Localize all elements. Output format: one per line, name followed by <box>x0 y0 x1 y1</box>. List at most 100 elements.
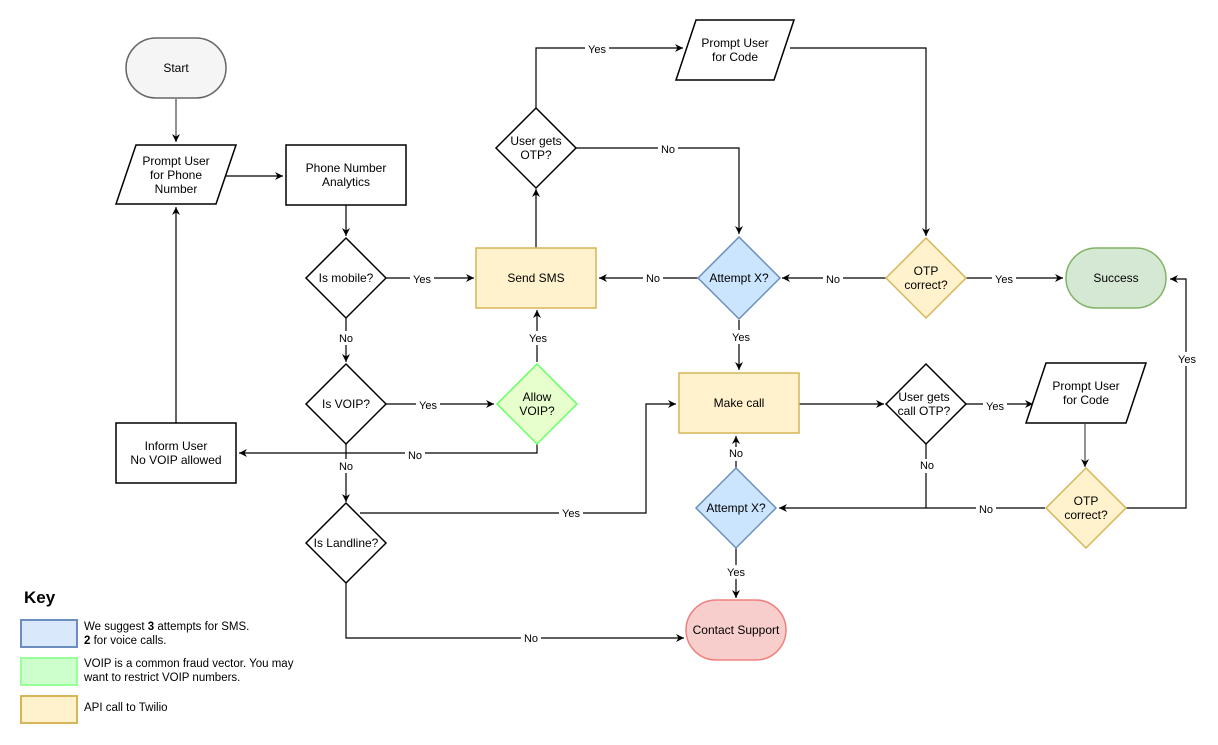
node-label-line: for Code <box>712 50 758 64</box>
svg-text:Attempt X?: Attempt X? <box>709 271 769 285</box>
edge-label-otp-no: No <box>661 144 675 156</box>
node-attempt-call[interactable]: Attempt X? <box>694 466 778 550</box>
edge-otp-yes <box>535 44 683 108</box>
svg-text:Success: Success <box>1093 271 1138 285</box>
node-send-sms[interactable]: Send SMS <box>475 247 597 309</box>
legend: Key We suggest 3 attempts for SMS. 2 for … <box>20 588 294 724</box>
node-success[interactable]: Success <box>1065 247 1167 309</box>
edge-label-otp1-yes: Yes <box>995 274 1013 286</box>
node-label-line: OTP <box>1074 494 1099 508</box>
legend-text-attempts: We suggest 3 attempts for SMS. 2 for voic… <box>84 621 249 647</box>
legend-swatch-green <box>20 657 78 686</box>
edge-label-call-otp-no: No <box>920 460 934 472</box>
flowchart: Yes No Yes No Yes No Yes No No Yes No Ye… <box>20 19 1199 724</box>
edge-label-otp-yes: Yes <box>588 44 606 56</box>
edge-landline-no <box>345 583 684 642</box>
node-otp-correct-call[interactable]: OTP correct? <box>1044 466 1128 550</box>
edge-label-otp2-yes: Yes <box>1178 354 1196 366</box>
svg-text:AllowVOIP?: Allow VOIP? <box>519 390 555 418</box>
node-label-line: call OTP? <box>898 404 951 418</box>
legend-swatch-blue <box>20 619 78 648</box>
node-label-line: Contact Support <box>693 623 780 637</box>
node-label-line: correct? <box>904 278 948 292</box>
legend-text-part: attempts for SMS. <box>154 621 249 633</box>
edge-label-attempt-call-no: No <box>729 448 743 460</box>
svg-text:Start: Start <box>163 61 189 75</box>
node-user-gets-call-otp[interactable]: User gets call OTP? <box>884 362 968 446</box>
node-label-line: Allow <box>523 390 552 404</box>
node-label-line: for Phone <box>150 168 202 182</box>
edge-label-landline-yes: Yes <box>562 508 580 520</box>
edge-label-otp1-no: No <box>826 274 840 286</box>
edge-label-allow-yes: Yes <box>529 333 547 345</box>
node-is-landline[interactable]: Is Landline? <box>304 501 388 585</box>
node-make-call[interactable]: Make call <box>678 372 800 434</box>
edge-label-attempt-sms-yes: Yes <box>732 332 750 344</box>
node-label-line: Attempt X? <box>706 501 766 515</box>
node-label-line: Number <box>155 182 198 196</box>
node-inform-user[interactable]: Inform User No VOIP allowed <box>115 422 237 484</box>
node-label-line: User gets <box>510 134 561 148</box>
node-attempt-sms[interactable]: Attempt X? <box>696 235 782 321</box>
edge-otp-no <box>576 147 743 234</box>
node-label-line: OTP? <box>520 148 552 162</box>
node-contact-support[interactable]: Contact Support <box>685 599 787 661</box>
node-label-line: correct? <box>1064 508 1108 522</box>
node-label-line: No VOIP allowed <box>130 453 221 467</box>
legend-swatch-yellow <box>20 695 78 724</box>
node-label-line: Success <box>1093 271 1138 285</box>
node-prompt-code-call[interactable]: Prompt User for Code <box>1024 362 1148 424</box>
node-label-line: Start <box>163 61 189 75</box>
edge-prompt-code-to-otp-correct <box>790 47 930 236</box>
svg-text:Is mobile?: Is mobile? <box>319 271 374 285</box>
edge-label-mobile-yes: Yes <box>413 274 431 286</box>
node-start[interactable]: Start <box>125 37 227 99</box>
edge-label-voip-no: No <box>339 461 353 473</box>
node-label-line: Prompt User <box>701 36 768 50</box>
node-label-line: Attempt X? <box>709 271 769 285</box>
legend-text-part: want to restrict VOIP numbers. <box>83 672 240 684</box>
legend-text-voip: VOIP is a common fraud vector. You may wa… <box>83 658 294 684</box>
edge-label-attempt-sms-no: No <box>646 273 660 285</box>
edge-label-landline-no: No <box>524 633 538 645</box>
legend-text-part: for voice calls. <box>90 635 166 647</box>
node-prompt-code-sms[interactable]: Prompt User for Code <box>674 19 796 81</box>
node-allow-voip[interactable]: Allow VOIP? <box>495 362 579 446</box>
edge-label-otp2-no: No <box>979 504 993 516</box>
node-label-line: Prompt User <box>142 154 209 168</box>
edge-allow-no <box>239 444 538 457</box>
node-label-line: for Code <box>1063 393 1109 407</box>
node-is-mobile[interactable]: Is mobile? <box>304 236 388 320</box>
node-prompt-phone-number[interactable]: Prompt User for Phone Number <box>114 144 238 205</box>
edge-label-attempt-call-yes: Yes <box>727 567 745 579</box>
node-phone-number-analytics[interactable]: Phone Number Analytics <box>285 144 407 206</box>
node-label-line: Is mobile? <box>319 271 374 285</box>
legend-text-part: VOIP is a common fraud vector. You may <box>84 658 294 670</box>
node-label-line: Send SMS <box>507 271 564 285</box>
node-label-line: Make call <box>714 396 765 410</box>
node-label-line: User gets <box>898 390 949 404</box>
edge-label-mobile-no: No <box>339 333 353 345</box>
node-label-line: Phone Number <box>306 161 387 175</box>
edge-label-voip-yes: Yes <box>419 400 437 412</box>
svg-text:Make call: Make call <box>714 396 765 410</box>
svg-text:Send SMS: Send SMS <box>507 271 564 285</box>
node-label-line: Is Landline? <box>314 536 379 550</box>
node-label-line: Analytics <box>322 175 370 189</box>
legend-text-part: We suggest <box>84 621 148 633</box>
node-label-line: Is VOIP? <box>322 397 370 411</box>
node-otp-correct-sms[interactable]: OTP correct? <box>884 236 968 320</box>
node-is-voip[interactable]: Is VOIP? <box>304 362 388 446</box>
node-label-line: Inform User <box>145 439 208 453</box>
svg-text:User getscall OTP?: User gets call OTP? <box>898 390 951 418</box>
legend-text-part: API call to Twilio <box>84 702 168 714</box>
legend-title: Key <box>24 588 56 607</box>
svg-text:Attempt X?: Attempt X? <box>706 501 766 515</box>
legend-text-twilio: API call to Twilio <box>84 702 168 714</box>
node-label-line: Prompt User <box>1052 379 1119 393</box>
node-label-line: OTP <box>914 264 939 278</box>
node-user-gets-otp[interactable]: User gets OTP? <box>494 106 578 190</box>
svg-text:Is Landline?: Is Landline? <box>314 536 379 550</box>
edge-label-allow-no: No <box>408 450 422 462</box>
edge-label-call-otp-yes: Yes <box>986 401 1004 413</box>
